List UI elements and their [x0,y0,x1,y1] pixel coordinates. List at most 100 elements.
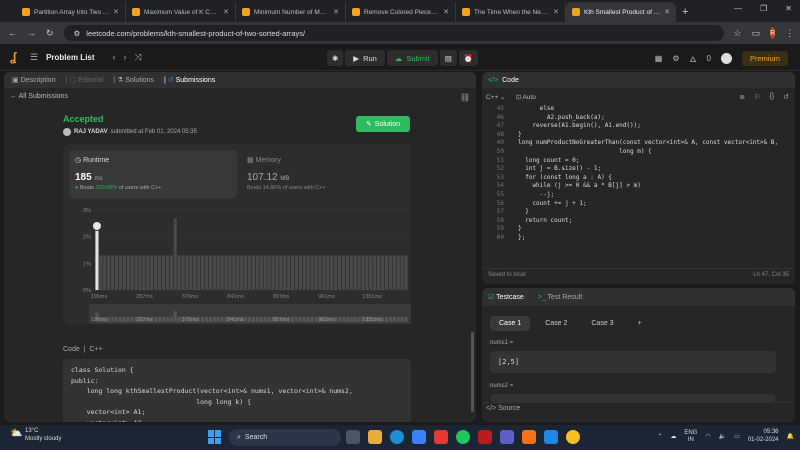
volume-icon[interactable]: 🔈 [719,433,726,440]
pycharm-icon[interactable] [456,430,470,444]
taskbar-search[interactable]: ⌕ Search [229,429,341,446]
submit-button[interactable]: ☁ Submit [386,50,438,66]
scrollbar[interactable] [471,332,474,412]
browser-tab[interactable]: Partition Array Into Two Arrays✕ [16,2,126,22]
case-1-tab[interactable]: Case 1 [490,316,531,331]
link-icon[interactable]: ⛓ [460,93,470,102]
memory-card[interactable]: ▦ Memory 107.12 MB Beats 14.86% of users… [247,156,326,191]
code-editor-panel: </> Code C++ ⌄ ⊡ Auto ≣ ⚐ {} ↺ 45 else 46 … [482,72,795,284]
run-button[interactable]: ▶ Run [345,50,385,66]
language-indicator[interactable]: ENG IN [684,430,697,444]
cloud-icon[interactable]: ☁ [670,433,676,440]
url-field[interactable]: ⚙ leetcode.com/problems/kth-smallest-prod… [63,25,724,41]
close-window-icon[interactable]: ✕ [785,4,792,13]
shuffle-icon[interactable]: ⤨ [135,52,142,63]
layout-icon[interactable]: ▦ [655,54,663,63]
vscode-icon[interactable] [544,430,558,444]
weather-widget[interactable]: ⛅ 13°C Mostly cloudy [10,428,61,443]
wifi-icon[interactable]: ◠ [705,433,710,440]
close-tab-icon[interactable]: ✕ [333,8,339,16]
close-tab-icon[interactable]: ✕ [223,8,229,16]
debug-button[interactable]: ✱ [327,50,344,66]
notification-bell-icon[interactable]: 🔔 [787,433,794,440]
sidepanel-icon[interactable]: ▭ [752,28,761,39]
streak-fire-icon[interactable]: 🜂 [690,50,697,67]
histogram-bar [263,255,267,290]
profile-avatar[interactable]: R [770,27,776,39]
tab-editorial[interactable]: | ▢ Editorial [66,76,104,84]
store-icon[interactable] [412,430,426,444]
site-info-icon[interactable]: ⚙ [74,29,81,38]
close-tab-icon[interactable]: ✕ [443,8,449,16]
minimize-icon[interactable]: — [734,4,742,13]
tab-test-result[interactable]: >_ Test Result [538,294,582,301]
mcafee-icon[interactable] [478,430,492,444]
close-tab-icon[interactable]: ✕ [664,8,670,16]
browser-tab[interactable]: The Time When the Network Becomes Idle ✕ [456,2,566,22]
nums1-input[interactable]: [2,5] [490,351,776,373]
maximize-icon[interactable]: ❐ [760,4,767,13]
braces-icon[interactable]: {} [769,93,774,101]
all-submissions-link[interactable]: ← All Submissions [10,93,68,100]
browser-tab[interactable]: Minimum Number of Moves ✕ [236,2,346,22]
prev-problem-icon[interactable]: ‹ [113,52,116,62]
back-icon[interactable]: ← [8,28,17,38]
case-3-tab[interactable]: Case 3 [582,316,622,331]
bookmark-star-icon[interactable]: ☆ [734,28,742,39]
premium-button[interactable]: Premium [741,51,788,66]
user-avatar[interactable] [720,53,732,64]
close-tab-icon[interactable]: ✕ [553,8,559,16]
nums2-input[interactable] [490,394,776,402]
timer-button[interactable]: ⏰ [458,50,479,66]
next-problem-icon[interactable]: › [124,52,127,62]
windows-start-icon[interactable] [208,430,222,444]
overview-bar [247,316,252,322]
runtime-distribution-chart[interactable]: 3%2%1%0%196ms 257ms 376ms 841ms 897ms 961ms 13… [63,204,411,324]
notes-button[interactable]: ▤ [439,50,457,66]
reset-icon[interactable]: ↺ [783,93,789,101]
edge-icon[interactable] [390,430,404,444]
battery-icon[interactable]: ▭ [734,433,740,440]
solution-button[interactable]: ✎ Solution [356,116,410,132]
list-icon[interactable]: ☰ [30,52,38,63]
overview-bar [114,316,119,322]
tab-submissions[interactable]: | ↺ Submissions [164,76,215,84]
problem-list-link[interactable]: Problem List [46,53,94,62]
username[interactable]: RAJ YADAV [74,129,108,135]
browser-menu-icon[interactable]: ⋮ [785,28,794,39]
overview-bar [161,316,166,322]
lang-select[interactable]: C++ ⌄ [486,93,506,101]
leetcode-logo[interactable]: ʆ [10,50,22,64]
forward-icon[interactable]: → [27,28,36,38]
reload-icon[interactable]: ↻ [46,28,54,39]
teams-icon[interactable] [500,430,514,444]
overview-bar [220,316,224,322]
task-view-icon[interactable] [346,430,360,444]
case-2-tab[interactable]: Case 2 [536,316,576,331]
tab-description[interactable]: ▣ Description [12,76,56,84]
code-editor[interactable]: 45 else 46 A2.push_back(a); 47 reverse(A1.… [482,105,795,269]
tab-solutions[interactable]: | ⚗ Solutions [113,76,154,84]
settings-gear-icon[interactable]: ⚙ [672,54,679,63]
app-red-icon[interactable] [434,430,448,444]
runtime-card[interactable]: ◷ Runtime 185 ms ● Beats 100.00% of user… [69,150,237,198]
chrome-icon[interactable] [566,430,580,444]
add-case-icon[interactable]: + [629,316,651,331]
memory-unit: MB [280,176,290,182]
clock[interactable]: 05:36 01-02-2024 [748,429,779,444]
browser-tab[interactable]: Remove Colored Pieces if Both Neighbors✕ [346,2,456,22]
tab-testcase[interactable]: ☑ Testcase [488,293,524,301]
new-tab-icon[interactable]: + [682,6,688,18]
auto-mode[interactable]: ⊡ Auto [516,93,536,101]
overview-bar [201,316,205,322]
nav-right: ▦ ⚙ 🜂 0 Premium [655,50,788,67]
close-tab-icon[interactable]: ✕ [113,8,119,16]
bookmark-icon[interactable]: ⚐ [754,93,760,101]
browser-tab[interactable]: Maximum Value of K Coins From Piles ✕ [126,2,236,22]
format-icon[interactable]: ≣ [739,93,745,101]
browser-tab-active[interactable]: Kth Smallest Product of Two Sorted Array… [566,2,676,22]
chevron-up-icon[interactable]: ⌃ [657,433,662,440]
file-explorer-icon[interactable] [368,430,382,444]
brave-icon[interactable] [522,430,536,444]
source-toggle[interactable]: </> Source [486,405,520,412]
